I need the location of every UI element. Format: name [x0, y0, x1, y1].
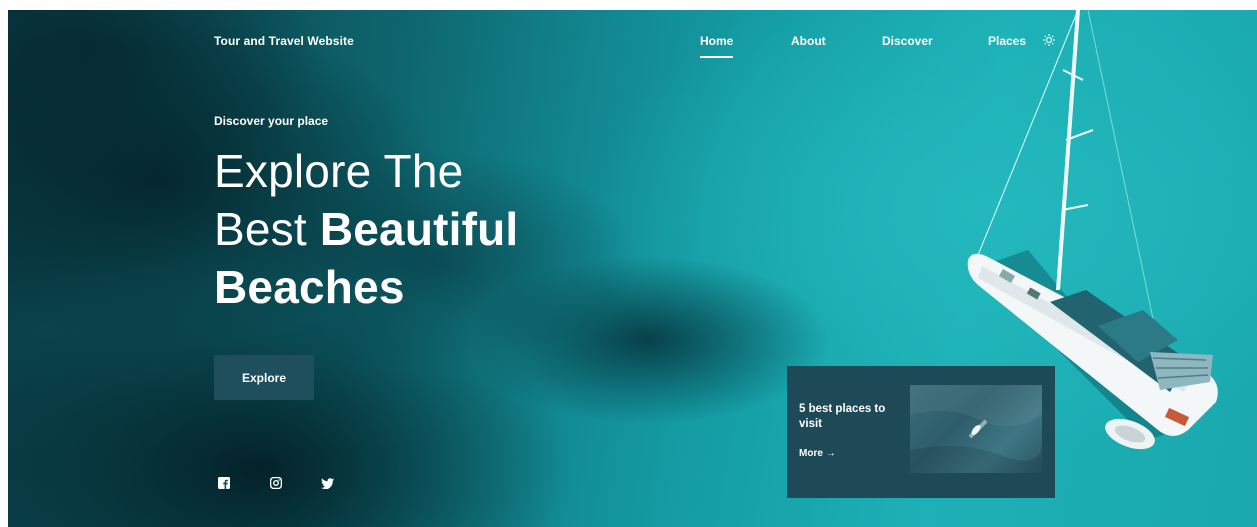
- hero-section: Tour and Travel Website Home About Disco…: [8, 10, 1257, 527]
- nav-places[interactable]: Places: [988, 34, 1026, 48]
- hero-title-line2-bold: Beautiful: [319, 203, 519, 255]
- hero-title-line3: Beaches: [214, 261, 405, 313]
- card-more-label: More: [799, 448, 823, 459]
- card-title: 5 best places to visit: [799, 403, 886, 430]
- hero-subtitle: Discover your place: [214, 114, 329, 128]
- card-more-link[interactable]: More →: [799, 448, 836, 459]
- instagram-icon[interactable]: [269, 476, 284, 490]
- explore-button[interactable]: Explore: [214, 355, 314, 400]
- nav-discover[interactable]: Discover: [882, 34, 933, 48]
- hero-title-line2: Best: [214, 203, 320, 255]
- card-thumbnail: [910, 385, 1042, 473]
- arrow-right-icon: →: [825, 448, 836, 459]
- facebook-icon[interactable]: [218, 476, 232, 490]
- twitter-icon[interactable]: [321, 476, 335, 490]
- sun-icon[interactable]: [1042, 34, 1056, 48]
- hero-title-line1: Explore The: [214, 145, 464, 197]
- site-logo[interactable]: Tour and Travel Website: [214, 34, 354, 48]
- hero-title: Explore The Best Beautiful Beaches: [214, 142, 518, 316]
- places-card[interactable]: 5 best places to visit More →: [787, 366, 1055, 498]
- nav-home[interactable]: Home: [700, 34, 734, 58]
- nav-about[interactable]: About: [791, 34, 826, 48]
